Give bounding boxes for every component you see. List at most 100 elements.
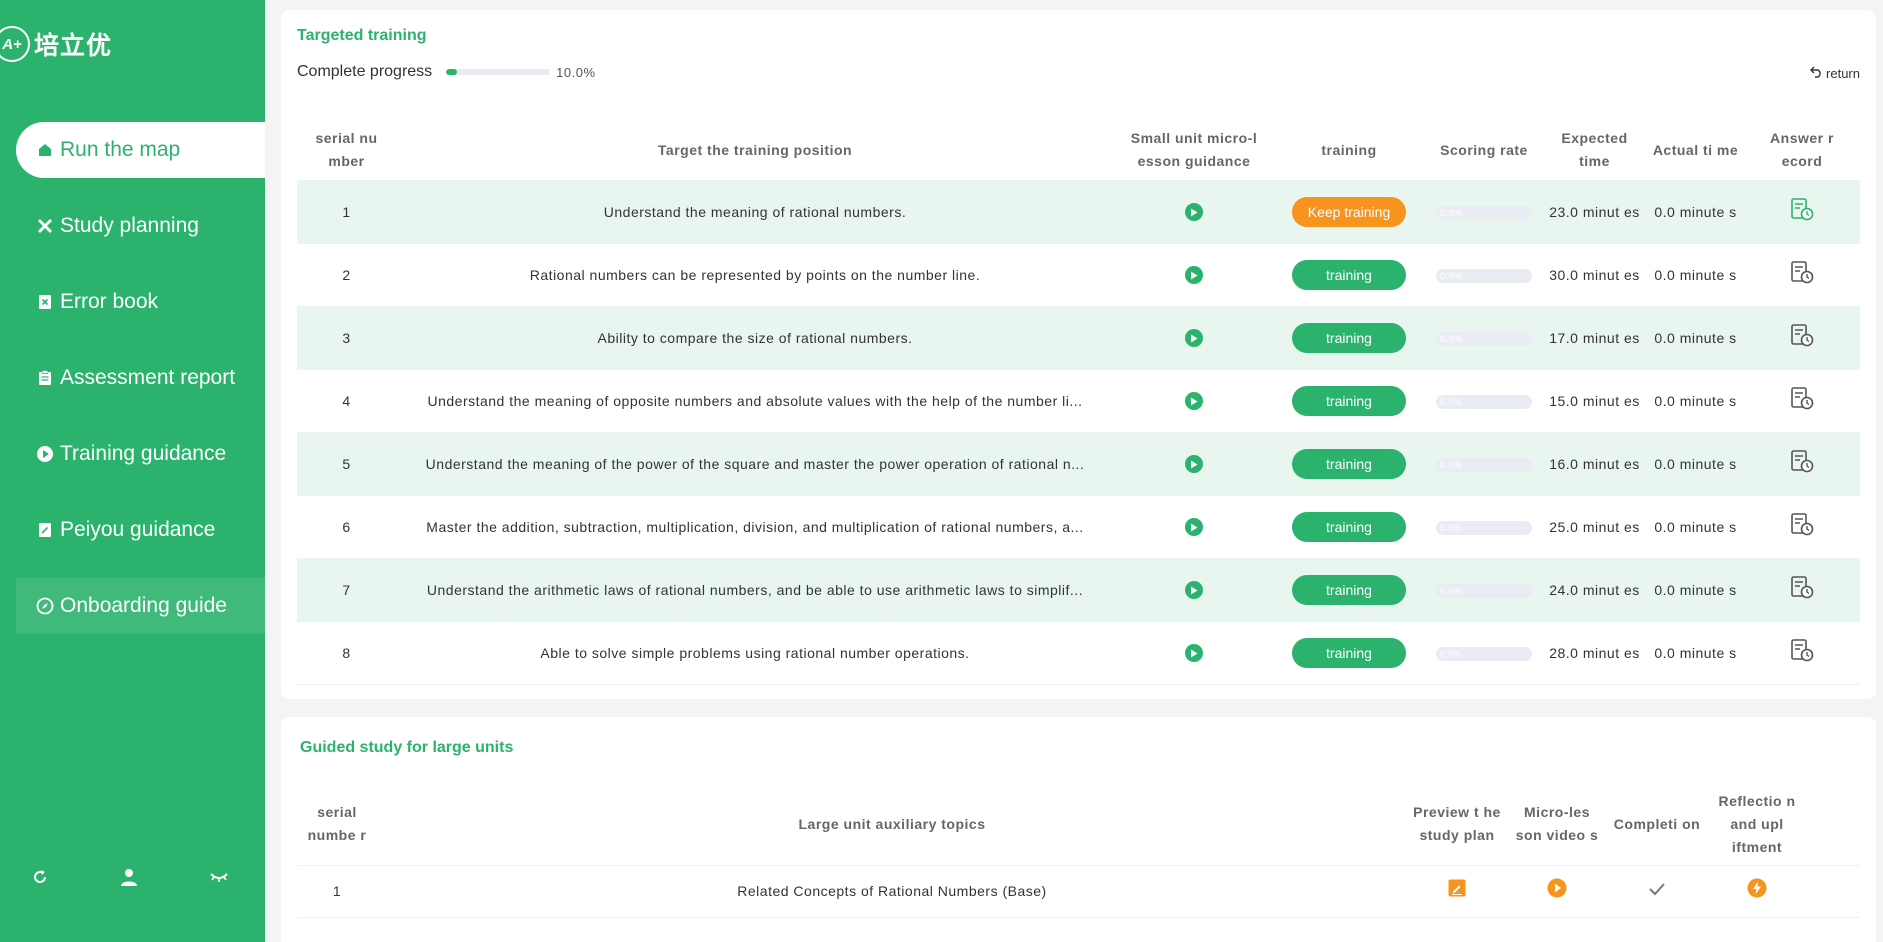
play-icon[interactable] [1185, 518, 1203, 536]
play-icon[interactable] [1185, 329, 1203, 347]
training-cell: training [1274, 575, 1424, 605]
targeted-training-panel: Targeted training Complete progress 10.0… [281, 10, 1876, 699]
training-position: Ability to compare the size of rational … [597, 329, 913, 346]
training-button[interactable]: training [1292, 449, 1406, 479]
sidebar-item-error-book[interactable]: Error book [16, 274, 265, 330]
serial-number: 1 [332, 883, 342, 899]
play-icon[interactable] [1185, 266, 1203, 284]
sidebar-item-assessment-report[interactable]: Assessment report [16, 350, 265, 406]
scoring-rate-bar: 0.0% [1436, 457, 1532, 472]
sidebar-item-onboarding-guide[interactable]: Onboarding guide [16, 578, 265, 634]
serial-number: 1 [342, 203, 351, 220]
table-body: 1 Related Concepts of Rational Numbers (B… [297, 866, 1860, 918]
guidance-cell [1114, 453, 1274, 476]
logo: A+ 培立优 [0, 24, 112, 64]
table-row: 7 Understand the arithmetic laws of ratio… [297, 559, 1860, 622]
guided-study-panel: Guided study for large units serial numb… [281, 717, 1876, 942]
answer-record-cell [1746, 197, 1858, 228]
progress-label: Complete progress [297, 63, 433, 80]
sidebar-item-peiyou-guidance[interactable]: Peiyou guidance [16, 502, 265, 558]
guided-study-table: serial numbe r Large unit auxiliary topi… [297, 783, 1860, 918]
training-position: Master the addition, subtraction, multip… [426, 518, 1084, 535]
expected-time: 24.0 minut es [1549, 581, 1640, 598]
training-button[interactable]: training [1292, 638, 1406, 668]
play-icon[interactable] [1185, 644, 1203, 662]
play-icon[interactable] [1547, 878, 1567, 898]
answer-record-icon[interactable] [1790, 386, 1814, 410]
table-row: 4 Understand the meaning of opposite numb… [297, 370, 1860, 433]
header-topics: Large unit auxiliary topics [798, 815, 986, 832]
scoring-rate-cell: 0.0% [1424, 453, 1544, 476]
header-micro-videos: Micro-les son video s [1515, 804, 1599, 843]
answer-record-icon[interactable] [1790, 323, 1814, 347]
guidance-cell [1114, 642, 1274, 665]
return-button[interactable]: return [1810, 66, 1860, 81]
refresh-button[interactable] [28, 865, 52, 889]
answer-record-icon[interactable] [1790, 575, 1814, 599]
logo-text: 培立优 [34, 32, 113, 60]
expected-time: 17.0 minut es [1549, 329, 1640, 346]
reflection-cell [1707, 878, 1807, 905]
sidebar-item-run-the-map[interactable]: Run the map [16, 122, 265, 178]
expected-time: 23.0 minut es [1549, 203, 1640, 220]
user-button[interactable] [117, 865, 141, 889]
sidebar-item-label: Peiyou guidance [60, 518, 216, 541]
actual-time: 0.0 minute s [1654, 392, 1737, 409]
panel-title: Guided study for large units [300, 739, 514, 756]
completion-cell [1607, 880, 1707, 903]
table-row: 1 Related Concepts of Rational Numbers (B… [297, 866, 1860, 918]
sidebar: A+ 培立优 Run the map Study planning Error … [0, 0, 265, 942]
training-button[interactable]: training [1292, 512, 1406, 542]
serial-number: 4 [342, 392, 351, 409]
sidebar-item-training-guidance[interactable]: Training guidance [16, 426, 265, 482]
answer-record-icon[interactable] [1790, 197, 1814, 221]
lightning-icon[interactable] [1747, 878, 1767, 898]
training-button[interactable]: training [1292, 323, 1406, 353]
visibility-toggle-button[interactable] [207, 865, 231, 889]
training-button[interactable]: training [1292, 575, 1406, 605]
answer-record-icon[interactable] [1790, 449, 1814, 473]
training-button[interactable]: training [1292, 260, 1406, 290]
play-icon[interactable] [1185, 392, 1203, 410]
training-position: Understand the arithmetic laws of ration… [426, 581, 1084, 598]
table-row: 8 Able to solve simple problems using rat… [297, 622, 1860, 685]
panel-title: Targeted training [297, 27, 427, 44]
clipboard-icon [36, 369, 54, 387]
play-circle-icon [36, 445, 54, 463]
logo-mark: A+ [0, 26, 30, 62]
scoring-rate-bar: 0.0% [1436, 394, 1532, 409]
answer-record-cell [1746, 512, 1858, 543]
sidebar-item-label: Onboarding guide [60, 594, 227, 617]
answer-record-icon[interactable] [1790, 260, 1814, 284]
study-plan-icon[interactable] [1448, 879, 1466, 897]
play-icon[interactable] [1185, 203, 1203, 221]
actual-time: 0.0 minute s [1654, 266, 1737, 283]
actual-time: 0.0 minute s [1654, 644, 1737, 661]
sidebar-item-study-planning[interactable]: Study planning [16, 198, 265, 254]
header-serial-number: serial numbe r [307, 804, 367, 843]
table-row: 1 Understand the meaning of rational numb… [297, 181, 1860, 244]
table-row: 6 Master the addition, subtraction, multi… [297, 496, 1860, 559]
header-answer-record: Answer r ecord [1770, 130, 1834, 169]
answer-record-icon[interactable] [1790, 638, 1814, 662]
return-label: return [1826, 66, 1860, 81]
error-book-icon [36, 293, 54, 311]
expected-time: 25.0 minut es [1549, 518, 1640, 535]
serial-number: 3 [342, 329, 351, 346]
training-button[interactable]: training [1292, 386, 1406, 416]
scoring-rate-cell: 0.0% [1424, 201, 1544, 224]
answer-record-icon[interactable] [1790, 512, 1814, 536]
answer-record-cell [1746, 449, 1858, 480]
header-serial-number: serial nu mber [315, 130, 378, 169]
answer-record-cell [1746, 575, 1858, 606]
guidance-cell [1114, 390, 1274, 413]
scoring-rate-bar: 0.0% [1436, 520, 1532, 535]
header-position: Target the training position [657, 141, 853, 158]
complete-progress: Complete progress 10.0% [297, 63, 596, 81]
play-icon[interactable] [1185, 455, 1203, 473]
play-icon[interactable] [1185, 581, 1203, 599]
keep-training-button[interactable]: Keep training [1292, 197, 1406, 227]
answer-record-cell [1746, 323, 1858, 354]
actual-time: 0.0 minute s [1654, 203, 1737, 220]
scoring-rate-cell: 0.0% [1424, 642, 1544, 665]
